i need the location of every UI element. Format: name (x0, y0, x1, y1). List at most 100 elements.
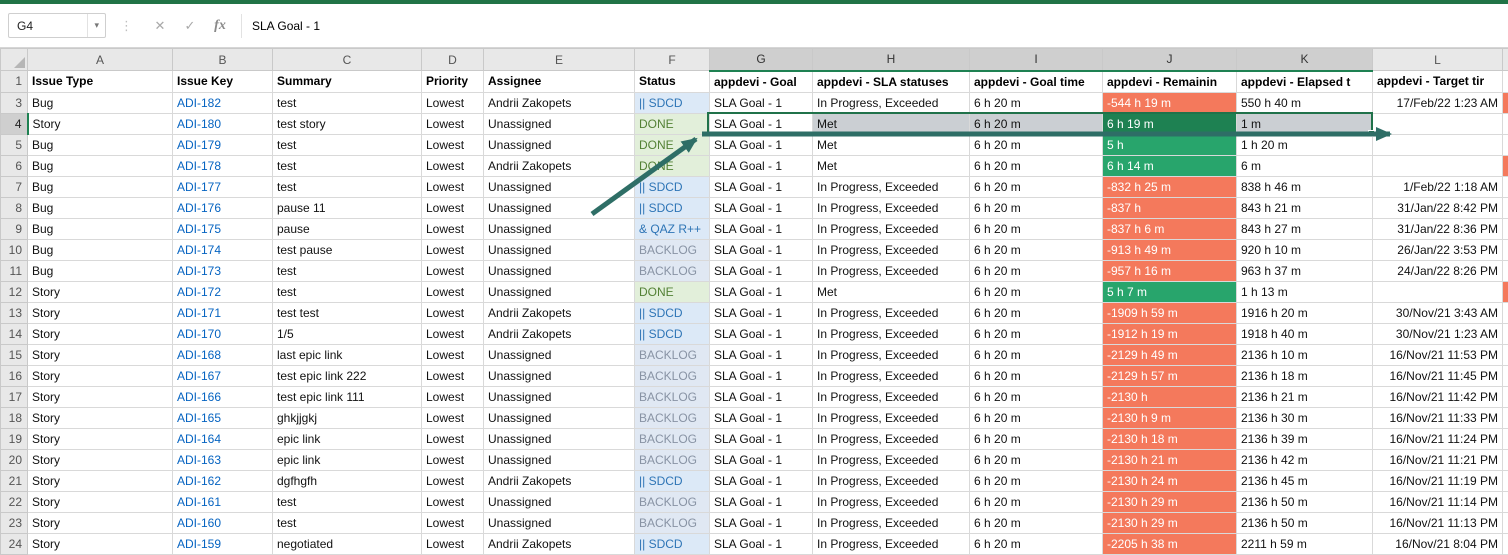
cell-J4[interactable]: 6 h 19 m (1103, 113, 1237, 134)
cell-C24[interactable]: negotiated (273, 533, 422, 554)
cell-F3[interactable]: || SDCD (635, 92, 710, 113)
cell-J5[interactable]: 5 h (1103, 134, 1237, 155)
cell-F5[interactable]: DONE (635, 134, 710, 155)
cell-H10[interactable]: In Progress, Exceeded (813, 239, 970, 260)
cell-J22[interactable]: -2130 h 29 m (1103, 491, 1237, 512)
cell-G18[interactable]: SLA Goal - 1 (710, 407, 813, 428)
cell-A12[interactable]: Story (28, 281, 173, 302)
cell-K22[interactable]: 2136 h 50 m (1237, 491, 1373, 512)
cell-E15[interactable]: Unassigned (484, 344, 635, 365)
cell-A5[interactable]: Bug (28, 134, 173, 155)
cell-D23[interactable]: Lowest (422, 512, 484, 533)
cell-C12[interactable]: test (273, 281, 422, 302)
cell-I15[interactable]: 6 h 20 m (970, 344, 1103, 365)
cell-I22[interactable]: 6 h 20 m (970, 491, 1103, 512)
cell-E9[interactable]: Unassigned (484, 218, 635, 239)
cell-F18[interactable]: BACKLOG (635, 407, 710, 428)
cell-D18[interactable]: Lowest (422, 407, 484, 428)
cell-E21[interactable]: Andrii Zakopets (484, 470, 635, 491)
cell-G3[interactable]: SLA Goal - 1 (710, 92, 813, 113)
cell-D6[interactable]: Lowest (422, 155, 484, 176)
cell-G8[interactable]: SLA Goal - 1 (710, 197, 813, 218)
cell-D16[interactable]: Lowest (422, 365, 484, 386)
cell-I24[interactable]: 6 h 20 m (970, 533, 1103, 554)
cell-I13[interactable]: 6 h 20 m (970, 302, 1103, 323)
cell-C18[interactable]: ghkjjgkj (273, 407, 422, 428)
cell-D9[interactable]: Lowest (422, 218, 484, 239)
cell-K4[interactable]: 1 m (1237, 113, 1373, 134)
cell-A23[interactable]: Story (28, 512, 173, 533)
cell-E5[interactable]: Unassigned (484, 134, 635, 155)
cell-L14[interactable]: 30/Nov/21 1:23 AM (1373, 323, 1503, 344)
cell-G11[interactable]: SLA Goal - 1 (710, 260, 813, 281)
cell-J18[interactable]: -2130 h 9 m (1103, 407, 1237, 428)
cell-G15[interactable]: SLA Goal - 1 (710, 344, 813, 365)
row-header-24[interactable]: 24 (1, 533, 28, 554)
cell-C20[interactable]: epic link (273, 449, 422, 470)
cell-B12[interactable]: ADI-172 (173, 281, 273, 302)
cell-D21[interactable]: Lowest (422, 470, 484, 491)
cell-C11[interactable]: test (273, 260, 422, 281)
cell-I5[interactable]: 6 h 20 m (970, 134, 1103, 155)
cell-A6[interactable]: Bug (28, 155, 173, 176)
cell-L10[interactable]: 26/Jan/22 3:53 PM (1373, 239, 1503, 260)
cell-L23[interactable]: 16/Nov/21 11:13 PM (1373, 512, 1503, 533)
cell-C6[interactable]: test (273, 155, 422, 176)
cell-K7[interactable]: 838 h 46 m (1237, 176, 1373, 197)
column-header-K[interactable]: K (1237, 49, 1373, 71)
row-header-1[interactable]: 1 (1, 71, 28, 93)
cell-D24[interactable]: Lowest (422, 533, 484, 554)
column-header-E[interactable]: E (484, 49, 635, 71)
cell-A3[interactable]: Bug (28, 92, 173, 113)
cell-C10[interactable]: test pause (273, 239, 422, 260)
cell-J11[interactable]: -957 h 16 m (1103, 260, 1237, 281)
cell-B13[interactable]: ADI-171 (173, 302, 273, 323)
cell-A24[interactable]: Story (28, 533, 173, 554)
cell-D13[interactable]: Lowest (422, 302, 484, 323)
cell-H11[interactable]: In Progress, Exceeded (813, 260, 970, 281)
cell-C8[interactable]: pause 11 (273, 197, 422, 218)
cell-L13[interactable]: 30/Nov/21 3:43 AM (1373, 302, 1503, 323)
cell-I1[interactable]: appdevi - Goal time (970, 71, 1103, 93)
cell-G16[interactable]: SLA Goal - 1 (710, 365, 813, 386)
cell-I21[interactable]: 6 h 20 m (970, 470, 1103, 491)
cell-K23[interactable]: 2136 h 50 m (1237, 512, 1373, 533)
row-header-19[interactable]: 19 (1, 428, 28, 449)
cell-A7[interactable]: Bug (28, 176, 173, 197)
row-header-11[interactable]: 11 (1, 260, 28, 281)
cell-J16[interactable]: -2129 h 57 m (1103, 365, 1237, 386)
cell-L5[interactable] (1373, 134, 1503, 155)
cell-G7[interactable]: SLA Goal - 1 (710, 176, 813, 197)
cell-E18[interactable]: Unassigned (484, 407, 635, 428)
cell-G23[interactable]: SLA Goal - 1 (710, 512, 813, 533)
cell-K20[interactable]: 2136 h 42 m (1237, 449, 1373, 470)
cell-K13[interactable]: 1916 h 20 m (1237, 302, 1373, 323)
cell-L11[interactable]: 24/Jan/22 8:26 PM (1373, 260, 1503, 281)
cell-F22[interactable]: BACKLOG (635, 491, 710, 512)
cell-G24[interactable]: SLA Goal - 1 (710, 533, 813, 554)
cell-I3[interactable]: 6 h 20 m (970, 92, 1103, 113)
cell-A10[interactable]: Bug (28, 239, 173, 260)
cell-F23[interactable]: BACKLOG (635, 512, 710, 533)
name-box-dropdown-icon[interactable]: ▾ (87, 14, 105, 37)
cell-G6[interactable]: SLA Goal - 1 (710, 155, 813, 176)
cell-B11[interactable]: ADI-173 (173, 260, 273, 281)
cell-J21[interactable]: -2130 h 24 m (1103, 470, 1237, 491)
row-header-23[interactable]: 23 (1, 512, 28, 533)
cell-D11[interactable]: Lowest (422, 260, 484, 281)
cell-A16[interactable]: Story (28, 365, 173, 386)
cell-E22[interactable]: Unassigned (484, 491, 635, 512)
cell-G10[interactable]: SLA Goal - 1 (710, 239, 813, 260)
cell-H16[interactable]: In Progress, Exceeded (813, 365, 970, 386)
row-header-13[interactable]: 13 (1, 302, 28, 323)
cell-G13[interactable]: SLA Goal - 1 (710, 302, 813, 323)
cell-G4[interactable]: SLA Goal - 1 (710, 113, 813, 134)
insert-function-icon[interactable]: fx (205, 18, 235, 34)
row-header-6[interactable]: 6 (1, 155, 28, 176)
cell-D14[interactable]: Lowest (422, 323, 484, 344)
cell-H18[interactable]: In Progress, Exceeded (813, 407, 970, 428)
cell-I16[interactable]: 6 h 20 m (970, 365, 1103, 386)
cell-J24[interactable]: -2205 h 38 m (1103, 533, 1237, 554)
row-header-21[interactable]: 21 (1, 470, 28, 491)
cell-D19[interactable]: Lowest (422, 428, 484, 449)
